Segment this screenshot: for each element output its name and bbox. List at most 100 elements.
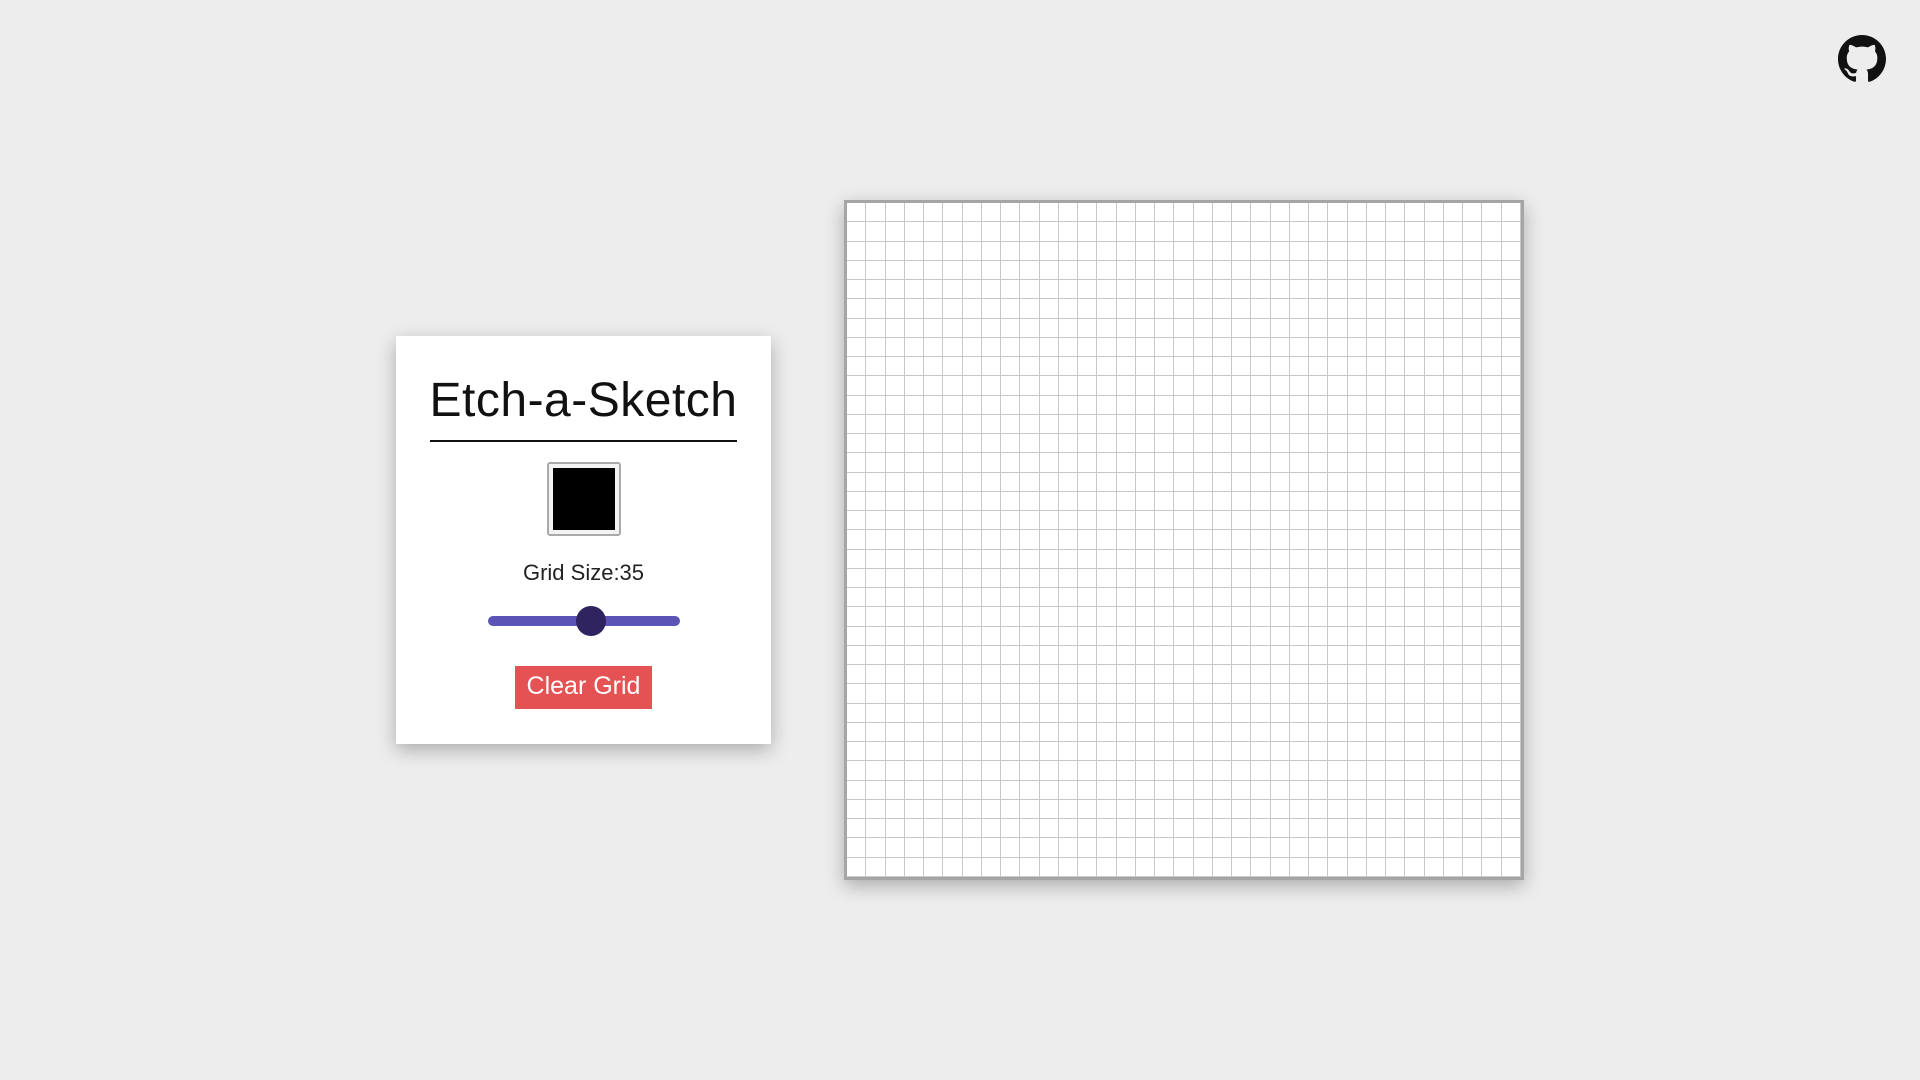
- grid-cell[interactable]: [1463, 549, 1483, 569]
- grid-cell[interactable]: [1366, 414, 1387, 435]
- grid-cell[interactable]: [1347, 318, 1367, 338]
- grid-cell[interactable]: [1482, 241, 1502, 261]
- grid-cell[interactable]: [1405, 607, 1425, 627]
- grid-cell[interactable]: [1232, 819, 1252, 839]
- grid-cell[interactable]: [1232, 337, 1252, 358]
- grid-cell[interactable]: [1347, 761, 1367, 781]
- grid-cell[interactable]: [866, 280, 886, 300]
- grid-cell[interactable]: [1463, 318, 1483, 338]
- grid-cell[interactable]: [847, 337, 867, 358]
- grid-cell[interactable]: [1251, 318, 1271, 338]
- grid-cell[interactable]: [1386, 530, 1406, 550]
- grid-cell[interactable]: [1058, 645, 1079, 666]
- grid-cell[interactable]: [1270, 568, 1290, 589]
- grid-cell[interactable]: [1193, 742, 1213, 762]
- grid-cell[interactable]: [1001, 607, 1021, 627]
- grid-cell[interactable]: [1212, 799, 1233, 820]
- grid-cell[interactable]: [1309, 684, 1329, 704]
- grid-cell[interactable]: [1135, 414, 1156, 435]
- grid-cell[interactable]: [847, 491, 867, 512]
- grid-cell[interactable]: [1039, 857, 1059, 877]
- grid-cell[interactable]: [866, 568, 886, 589]
- grid-cell[interactable]: [1424, 357, 1444, 377]
- grid-cell[interactable]: [1232, 857, 1252, 877]
- grid-cell[interactable]: [1424, 241, 1444, 261]
- grid-cell[interactable]: [962, 645, 982, 666]
- grid-cell[interactable]: [1116, 337, 1136, 358]
- grid-cell[interactable]: [1174, 299, 1194, 319]
- grid-cell[interactable]: [981, 819, 1002, 839]
- grid-cell[interactable]: [1309, 203, 1329, 223]
- grid-cell[interactable]: [1386, 607, 1406, 627]
- grid-cell[interactable]: [1443, 530, 1464, 550]
- grid-cell[interactable]: [1020, 857, 1040, 877]
- grid-cell[interactable]: [1116, 703, 1136, 723]
- grid-cell[interactable]: [1174, 819, 1194, 839]
- grid-cell[interactable]: [1155, 357, 1175, 377]
- grid-cell[interactable]: [1289, 357, 1310, 377]
- grid-cell[interactable]: [981, 626, 1002, 646]
- grid-cell[interactable]: [1270, 260, 1290, 281]
- grid-cell[interactable]: [1116, 241, 1136, 261]
- grid-cell[interactable]: [962, 607, 982, 627]
- grid-cell[interactable]: [866, 491, 886, 512]
- grid-cell[interactable]: [1424, 414, 1444, 435]
- grid-cell[interactable]: [1078, 742, 1098, 762]
- grid-cell[interactable]: [904, 299, 925, 319]
- grid-cell[interactable]: [1289, 626, 1310, 646]
- grid-cell[interactable]: [1309, 357, 1329, 377]
- grid-cell[interactable]: [1020, 568, 1040, 589]
- grid-cell[interactable]: [1251, 684, 1271, 704]
- grid-cell[interactable]: [1501, 299, 1521, 319]
- grid-cell[interactable]: [1463, 472, 1483, 492]
- grid-cell[interactable]: [1058, 491, 1079, 512]
- grid-cell[interactable]: [1251, 530, 1271, 550]
- grid-cell[interactable]: [1001, 588, 1021, 608]
- grid-cell[interactable]: [1366, 472, 1387, 492]
- grid-cell[interactable]: [1482, 857, 1502, 877]
- grid-cell[interactable]: [1309, 857, 1329, 877]
- grid-cell[interactable]: [1443, 819, 1464, 839]
- grid-cell[interactable]: [1386, 376, 1406, 396]
- grid-cell[interactable]: [866, 260, 886, 281]
- grid-cell[interactable]: [904, 472, 925, 492]
- grid-cell[interactable]: [1443, 299, 1464, 319]
- grid-cell[interactable]: [904, 414, 925, 435]
- grid-cell[interactable]: [847, 414, 867, 435]
- grid-cell[interactable]: [1347, 337, 1367, 358]
- grid-cell[interactable]: [943, 260, 963, 281]
- grid-cell[interactable]: [1039, 376, 1059, 396]
- grid-cell[interactable]: [1328, 530, 1348, 550]
- grid-cell[interactable]: [943, 318, 963, 338]
- grid-cell[interactable]: [1347, 626, 1367, 646]
- grid-cell[interactable]: [1001, 414, 1021, 435]
- grid-cell[interactable]: [981, 607, 1002, 627]
- grid-cell[interactable]: [1405, 241, 1425, 261]
- grid-cell[interactable]: [1212, 626, 1233, 646]
- grid-cell[interactable]: [866, 530, 886, 550]
- grid-cell[interactable]: [1366, 819, 1387, 839]
- grid-cell[interactable]: [981, 588, 1002, 608]
- grid-cell[interactable]: [866, 511, 886, 531]
- grid-cell[interactable]: [1424, 838, 1444, 858]
- grid-cell[interactable]: [1405, 761, 1425, 781]
- grid-cell[interactable]: [1020, 376, 1040, 396]
- grid-cell[interactable]: [1309, 472, 1329, 492]
- grid-cell[interactable]: [885, 857, 905, 877]
- grid-cell[interactable]: [943, 819, 963, 839]
- grid-cell[interactable]: [866, 665, 886, 685]
- grid-cell[interactable]: [1328, 645, 1348, 666]
- grid-cell[interactable]: [1366, 318, 1387, 338]
- grid-cell[interactable]: [1443, 607, 1464, 627]
- grid-cell[interactable]: [904, 684, 925, 704]
- grid-cell[interactable]: [1193, 838, 1213, 858]
- grid-cell[interactable]: [866, 414, 886, 435]
- grid-cell[interactable]: [1155, 222, 1175, 242]
- grid-cell[interactable]: [981, 645, 1002, 666]
- grid-cell[interactable]: [1212, 530, 1233, 550]
- grid-cell[interactable]: [1482, 222, 1502, 242]
- grid-cell[interactable]: [1020, 299, 1040, 319]
- grid-cell[interactable]: [1443, 588, 1464, 608]
- grid-cell[interactable]: [924, 376, 944, 396]
- grid-cell[interactable]: [1347, 491, 1367, 512]
